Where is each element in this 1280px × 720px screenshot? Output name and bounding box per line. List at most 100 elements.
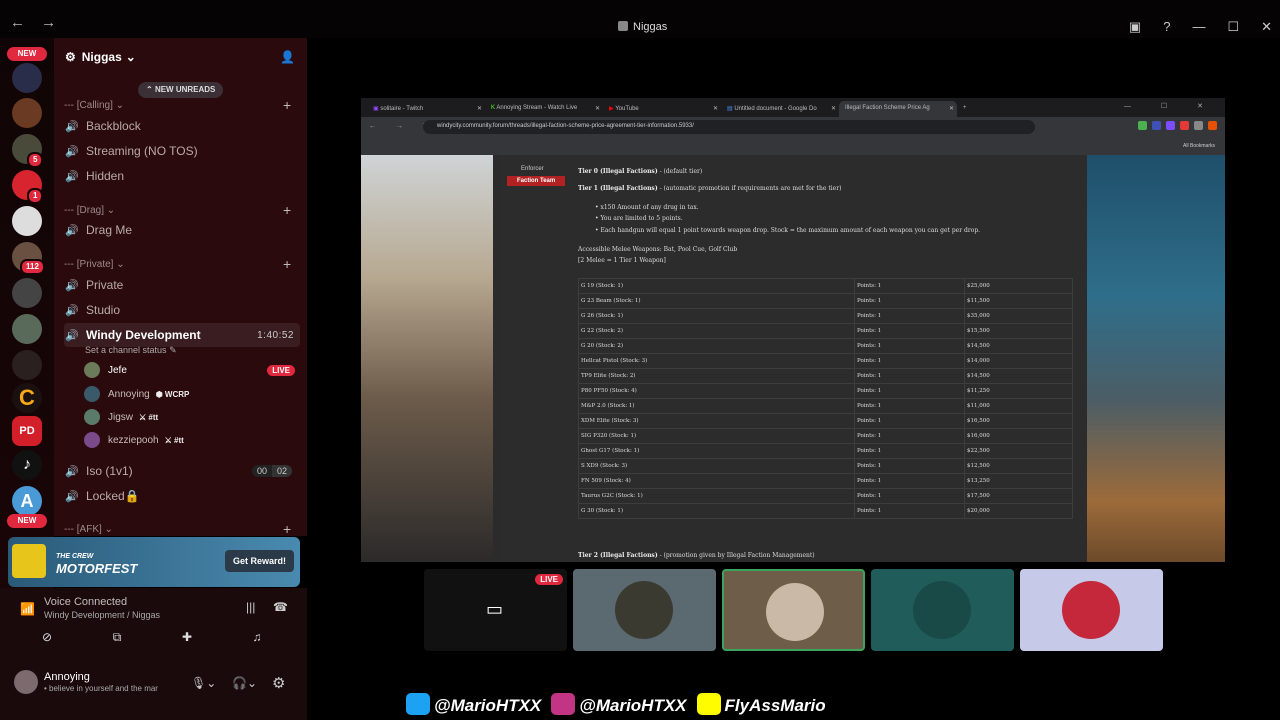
set-channel-status[interactable]: Set a channel status ✎	[85, 345, 177, 356]
server-icon[interactable]: C	[12, 383, 42, 413]
channel-iso[interactable]: 🔊 Iso (1v1) 00 02	[64, 459, 300, 483]
speaker-icon: 🔊	[65, 120, 79, 133]
browser-tabs: ▣ solitaire - Twitch ✕ K Annoying Stream …	[361, 98, 1225, 117]
soundboard-icon[interactable]: |||	[246, 600, 255, 614]
channel-studio[interactable]: 🔊 Studio	[64, 298, 300, 322]
speaker-icon: 🔊	[65, 304, 79, 317]
points-cell: Points: 1	[854, 278, 965, 294]
avatar	[84, 362, 100, 378]
add-channel-icon[interactable]: +	[283, 97, 291, 113]
price-cell: $14,000	[964, 353, 1073, 369]
weapon-cell: G 22 (Stock: 2)	[578, 323, 855, 339]
voice-member[interactable]: Annoying ⬢ WCRP	[84, 383, 189, 405]
participant-tile-speaking[interactable]	[722, 569, 865, 651]
new-tab-button[interactable]: +	[957, 101, 971, 117]
headset-icon[interactable]: 🎧⌄	[232, 676, 257, 690]
browser-window-controls[interactable]: — ☐ ✕	[1124, 102, 1217, 110]
points-cell: Points: 1	[854, 443, 965, 459]
browser-tab[interactable]: ▣ solitaire - Twitch ✕	[367, 101, 485, 117]
history-nav[interactable]: ← →	[10, 14, 62, 31]
avatar	[84, 432, 100, 448]
extensions[interactable]	[1138, 121, 1217, 130]
server-icon[interactable]	[12, 98, 42, 128]
channel-locked[interactable]: 🔊 Locked🔒	[64, 484, 300, 508]
weapon-cell: FN 509 (Stock: 4)	[578, 473, 855, 489]
price-row: G 23 Beam (Stock: 1) Points: 1 $11,500	[578, 293, 1073, 309]
background-image	[361, 155, 493, 562]
bullet: • x150 Amount of any drug in tax.	[595, 204, 699, 211]
points-cell: Points: 1	[854, 293, 965, 309]
add-channel-icon[interactable]: +	[283, 202, 291, 218]
browser-tab-active[interactable]: Illegal Faction Scheme Price Ag ✕	[839, 101, 957, 117]
maximize-button[interactable]: ☐	[1227, 19, 1239, 35]
points-cell: Points: 1	[854, 488, 965, 504]
voice-member[interactable]: Jigsw ⚔ #tt	[84, 406, 158, 428]
browser-tab[interactable]: K Annoying Stream - Watch Live ✕	[485, 101, 603, 117]
all-bookmarks[interactable]: All Bookmarks	[1183, 143, 1215, 149]
weapon-cell: G 20 (Stock: 2)	[578, 338, 855, 354]
browser-tab[interactable]: ▶ YouTube ✕	[603, 101, 721, 117]
address-bar[interactable]: windycity.community.forum/threads/illega…	[423, 120, 1035, 134]
points-cell: Points: 1	[854, 323, 965, 339]
background-image	[1087, 155, 1225, 562]
channel-backblock[interactable]: 🔊 Backblock	[64, 114, 300, 138]
price-cell: $16,500	[964, 413, 1073, 429]
mic-icon[interactable]: 🎙⌄	[191, 676, 216, 690]
server-icon[interactable]	[12, 206, 42, 236]
category-drag[interactable]: --- [Drag] ⌄ +	[64, 202, 291, 218]
inbox-icon[interactable]: ▣	[1129, 19, 1141, 35]
soundboard-button[interactable]: ♫	[226, 630, 288, 650]
server-icon[interactable]	[12, 350, 42, 380]
channel-streaming[interactable]: 🔊 Streaming (NO TOS)	[64, 139, 300, 163]
participant-tile[interactable]	[573, 569, 716, 651]
server-icon[interactable]	[12, 314, 42, 344]
channel-drag-me[interactable]: 🔊 Drag Me	[64, 218, 300, 242]
disconnect-icon[interactable]: ☎	[273, 600, 288, 614]
server-icon[interactable]: ♪	[12, 450, 42, 480]
server-icon[interactable]	[12, 278, 42, 308]
browser-tab[interactable]: ▤ Untitled document - Google Do ✕	[721, 101, 839, 117]
speaker-icon: 🔊	[65, 224, 79, 237]
category-private[interactable]: --- [Private] ⌄ +	[64, 256, 291, 272]
server-guide-icon: ⚙	[65, 50, 76, 64]
tier1-line: Tier 1 (Illegal Factions) - (automatic p…	[578, 185, 842, 192]
speaker-icon: 🔊	[65, 329, 79, 342]
weapon-cell: TP9 Elite (Stock: 2)	[578, 368, 855, 384]
help-icon[interactable]: ?	[1163, 19, 1170, 35]
price-cell: $22,500	[964, 443, 1073, 459]
avatar	[913, 581, 971, 639]
server-header[interactable]: ⚙ Niggas ⌄ 👤	[54, 38, 307, 76]
channel-windy-development[interactable]: 🔊 Windy Development 1:40:52	[64, 323, 300, 347]
weapon-cell: Taurus G2C (Stock: 1)	[578, 488, 855, 504]
category-calling[interactable]: --- [Calling] ⌄ +	[64, 97, 291, 113]
price-row: TP9 Elite (Stock: 2) Points: 1 $14,500	[578, 368, 1073, 384]
server-icon[interactable]	[12, 63, 42, 93]
server-icon[interactable]: A	[12, 486, 42, 516]
voice-channel-link[interactable]: Windy Development / Niggas	[44, 610, 160, 620]
channel-private[interactable]: 🔊 Private	[64, 273, 300, 297]
participant-tile[interactable]	[871, 569, 1014, 651]
get-reward-button[interactable]: Get Reward!	[224, 550, 294, 572]
weapon-cell: G 26 (Stock: 1)	[578, 308, 855, 324]
price-row: M&P 2.0 (Stock: 1) Points: 1 $11,000	[578, 398, 1073, 414]
channel-hidden[interactable]: 🔊 Hidden	[64, 164, 300, 188]
invite-icon[interactable]: 👤	[280, 50, 295, 64]
username: Annoying	[44, 671, 90, 683]
new-unreads-pill[interactable]: ⌃ NEW UNREADS	[138, 82, 224, 98]
camera-off-button[interactable]: ⊘	[16, 630, 78, 650]
close-button[interactable]: ✕	[1261, 19, 1272, 35]
category-afk[interactable]: --- [AFK] ⌄ +	[64, 521, 291, 536]
screen-share-button[interactable]: ⧉	[86, 630, 148, 650]
screen-share[interactable]: ▣ solitaire - Twitch ✕ K Annoying Stream …	[361, 98, 1225, 562]
server-icon[interactable]: PD	[12, 416, 42, 446]
activities-button[interactable]: ✚	[156, 630, 218, 650]
signal-icon: 📶	[20, 602, 35, 616]
voice-member[interactable]: kezziepooh ⚔ #tt	[84, 429, 184, 451]
participant-tile[interactable]	[1020, 569, 1163, 651]
add-channel-icon[interactable]: +	[283, 256, 291, 272]
add-channel-icon[interactable]: +	[283, 521, 291, 536]
gear-icon[interactable]: ⚙	[272, 674, 285, 692]
stream-tile[interactable]: LIVE ▭	[424, 569, 567, 651]
voice-member[interactable]: Jefe	[84, 359, 127, 381]
minimize-button[interactable]: —	[1192, 19, 1205, 35]
